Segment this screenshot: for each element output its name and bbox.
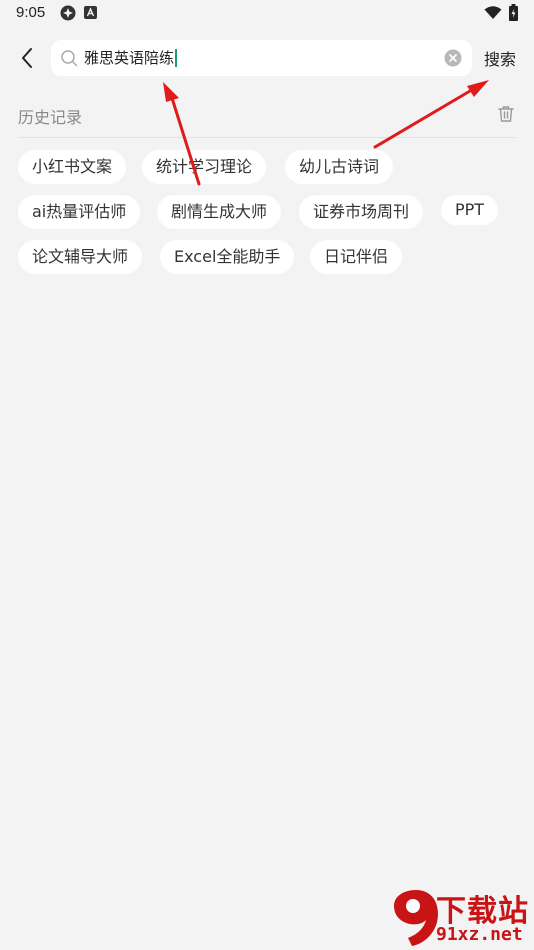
history-chip[interactable]: 统计学习理论 — [142, 150, 267, 184]
history-chip[interactable]: 证券市场周刊 — [299, 195, 424, 229]
status-bar: 9:05 — [0, 0, 534, 28]
history-chip[interactable]: 幼儿古诗词 — [285, 150, 394, 184]
back-arrow-icon — [22, 48, 32, 68]
back-button[interactable] — [12, 42, 42, 74]
annotation-arrows — [163, 80, 489, 186]
history-chip[interactable]: ai热量评估师 — [18, 195, 141, 229]
history-chip[interactable]: 剧情生成大师 — [157, 195, 282, 229]
history-chip[interactable]: PPT — [441, 195, 499, 225]
history-title: 历史记录 — [18, 108, 83, 127]
search-box[interactable]: 雅思英语陪练 — [51, 40, 472, 76]
search-input-value: 雅思英语陪练 — [84, 49, 175, 67]
history-chip[interactable]: 小红书文案 — [18, 150, 127, 184]
history-chip[interactable]: 日记伴侣 — [310, 240, 403, 274]
watermark-url: 91xz.net — [436, 924, 523, 945]
trash-icon[interactable] — [497, 105, 515, 123]
watermark-logo — [394, 890, 438, 946]
divider — [18, 137, 516, 138]
status-time: 9:05 — [16, 4, 46, 21]
wifi-icon — [484, 6, 502, 19]
watermark: 下载站 91xz.net — [392, 886, 534, 950]
history-chip[interactable]: 论文辅导大师 — [18, 240, 143, 274]
search-button[interactable]: 搜索 — [484, 46, 516, 70]
clear-icon[interactable] — [444, 49, 462, 67]
keyboard-notification-icon — [84, 6, 97, 19]
search-input[interactable]: 雅思英语陪练 — [84, 40, 434, 76]
battery-icon — [509, 4, 518, 21]
search-icon — [61, 50, 78, 67]
history-chip[interactable]: Excel全能助手 — [160, 240, 295, 274]
text-caret — [175, 49, 178, 67]
app-notification-icon — [60, 5, 76, 21]
